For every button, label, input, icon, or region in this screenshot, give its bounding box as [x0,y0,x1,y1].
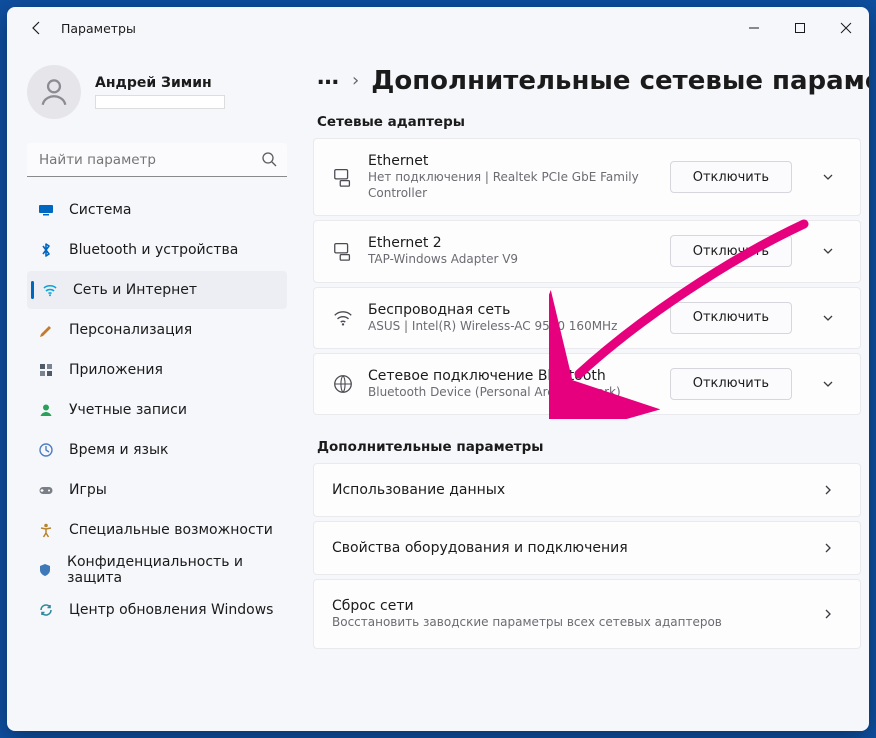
advanced-item[interactable]: Свойства оборудования и подключения [313,521,861,575]
adapter-card: Сетевое подключение Bluetooth Bluetooth … [313,353,861,415]
wifi-icon [41,281,59,299]
left-pane: Андрей Зимин Система Bluetooth и устройс… [7,49,307,731]
account-name: Андрей Зимин [95,75,225,91]
nav-label: Игры [69,482,107,498]
gamepad-icon [37,481,55,499]
nav-label: Время и язык [69,442,168,458]
settings-window: Параметры Андрей Зимин [7,7,869,731]
nav-time[interactable]: Время и язык [27,431,287,469]
adapter-card: Ethernet 2 TAP-Windows Adapter V9 Отключ… [313,220,861,282]
adapter-title: Беспроводная сеть [368,302,656,318]
adapter-desc: Нет подключения | Realtek PCIe GbE Famil… [368,169,656,201]
expand-toggle[interactable] [814,170,842,184]
breadcrumb-overflow[interactable]: … [317,65,340,96]
bluetooth-net-icon [332,373,354,395]
close-button[interactable] [823,12,869,44]
accessibility-icon [37,521,55,539]
adapter-title: Ethernet [368,153,656,169]
nav-bluetooth[interactable]: Bluetooth и устройства [27,231,287,269]
brush-icon [37,321,55,339]
search-input[interactable] [27,143,287,177]
nav-system[interactable]: Система [27,191,287,229]
nav-label: Персонализация [69,322,192,338]
adapter-title: Ethernet 2 [368,235,656,251]
nav-label: Система [69,202,131,218]
nav-label: Приложения [69,362,163,378]
advanced-title: Использование данных [332,482,792,498]
search-box[interactable] [27,143,287,177]
window-controls [731,12,869,44]
clock-globe-icon [37,441,55,459]
apps-icon [37,361,55,379]
nav-games[interactable]: Игры [27,471,287,509]
expand-toggle[interactable] [814,377,842,391]
section-adapters-label: Сетевые адаптеры [317,114,861,130]
adapter-card: Беспроводная сеть ASUS | Intel(R) Wirele… [313,287,861,349]
monitor-icon [37,201,55,219]
account-email-redacted [95,95,225,109]
bluetooth-icon [37,241,55,259]
nav-accessibility[interactable]: Специальные возможности [27,511,287,549]
expand-toggle[interactable] [814,311,842,325]
disable-button[interactable]: Отключить [670,161,792,193]
content-pane: … › Дополнительные сетевые параметры Сет… [307,49,869,731]
maximize-button[interactable] [777,12,823,44]
adapter-card: Ethernet Нет подключения | Realtek PCIe … [313,138,861,216]
wifi-icon [332,307,354,329]
disable-button[interactable]: Отключить [670,368,792,400]
nav-label: Сеть и Интернет [73,282,197,298]
section-advanced-label: Дополнительные параметры [317,439,861,455]
nav-label: Специальные возможности [69,522,273,538]
window-title: Параметры [61,21,136,36]
chevron-right-icon: › [352,70,359,91]
titlebar: Параметры [7,7,869,49]
adapter-desc: TAP-Windows Adapter V9 [368,251,656,267]
shield-icon [37,561,53,579]
adapter-title: Сетевое подключение Bluetooth [368,368,656,384]
disable-button[interactable]: Отключить [670,235,792,267]
adapter-desc: ASUS | Intel(R) Wireless-AC 9560 160MHz [368,318,656,334]
nav-personalization[interactable]: Персонализация [27,311,287,349]
disable-button[interactable]: Отключить [670,302,792,334]
page-title: Дополнительные сетевые параметры [371,66,869,96]
advanced-title: Свойства оборудования и подключения [332,540,792,556]
chevron-right-icon [814,607,842,621]
advanced-item[interactable]: Использование данных [313,463,861,517]
ethernet-icon [332,240,354,262]
adapter-desc: Bluetooth Device (Personal Area Network) [368,384,656,400]
nav-accounts[interactable]: Учетные записи [27,391,287,429]
person-icon [37,401,55,419]
nav-privacy[interactable]: Конфиденциальность и защита [27,551,287,589]
advanced-desc: Восстановить заводские параметры всех се… [332,614,792,630]
ethernet-icon [332,166,354,188]
nav-list: Система Bluetooth и устройства Сеть и Ин… [27,191,299,629]
minimize-button[interactable] [731,12,777,44]
avatar [27,65,81,119]
account-block[interactable]: Андрей Зимин [27,61,299,133]
chevron-right-icon [814,483,842,497]
advanced-title: Сброс сети [332,598,792,614]
nav-label: Конфиденциальность и защита [67,554,277,586]
nav-network[interactable]: Сеть и Интернет [27,271,287,309]
nav-label: Bluetooth и устройства [69,242,238,258]
chevron-right-icon [814,541,842,555]
nav-label: Центр обновления Windows [69,602,273,618]
search-icon [261,151,277,171]
nav-update[interactable]: Центр обновления Windows [27,591,287,629]
nav-label: Учетные записи [69,402,187,418]
update-icon [37,601,55,619]
breadcrumb: … › Дополнительные сетевые параметры [313,57,861,114]
nav-apps[interactable]: Приложения [27,351,287,389]
expand-toggle[interactable] [814,244,842,258]
back-button[interactable] [27,18,47,38]
advanced-item[interactable]: Сброс сети Восстановить заводские параме… [313,579,861,649]
